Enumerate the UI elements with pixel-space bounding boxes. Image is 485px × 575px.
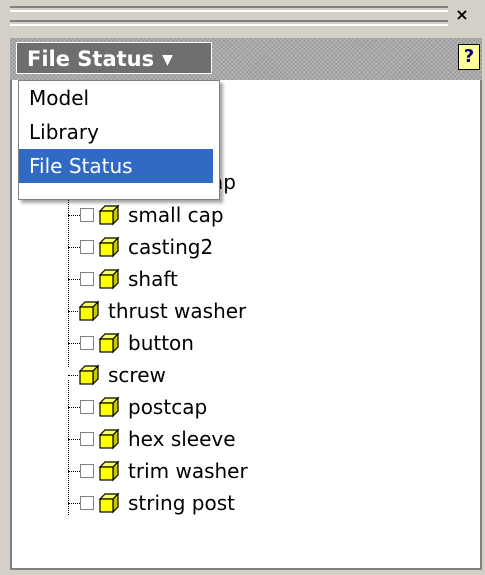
tree-item-label: button bbox=[128, 331, 194, 355]
chevron-down-icon: ▼ bbox=[162, 52, 173, 68]
tree-connector bbox=[68, 343, 80, 344]
tree-connector bbox=[68, 375, 78, 376]
tree-item[interactable]: button bbox=[80, 328, 194, 358]
tree-connector bbox=[68, 380, 69, 515]
tree-connector bbox=[68, 439, 80, 440]
tree-item-label: trim washer bbox=[128, 459, 248, 483]
part-icon bbox=[99, 269, 119, 289]
tree-item-checkbox[interactable] bbox=[80, 272, 94, 286]
tree-item-checkbox[interactable] bbox=[80, 464, 94, 478]
tree-item-checkbox[interactable] bbox=[80, 208, 94, 222]
part-icon bbox=[99, 333, 119, 353]
menu-item-library[interactable]: Library bbox=[19, 115, 219, 149]
tree-item-label: string post bbox=[128, 491, 235, 515]
tree-item-label: small cap bbox=[128, 203, 224, 227]
tree-item[interactable]: postcap bbox=[80, 392, 207, 422]
menu-item-model[interactable]: Model bbox=[19, 81, 219, 115]
tree-item-checkbox[interactable] bbox=[80, 496, 94, 510]
part-icon bbox=[99, 237, 119, 257]
tree-connector bbox=[68, 503, 80, 504]
tree-connector bbox=[68, 247, 80, 248]
dropdown-label: File Status bbox=[27, 47, 155, 71]
tree-item[interactable]: casting2 bbox=[80, 232, 213, 262]
tree-item-label: casting2 bbox=[128, 235, 214, 259]
part-icon bbox=[99, 205, 119, 225]
browser-header: File Status ▼ ? bbox=[10, 38, 482, 80]
part-icon bbox=[99, 397, 119, 417]
tree-item[interactable]: shaft bbox=[80, 264, 178, 294]
part-icon bbox=[99, 429, 119, 449]
tree-item-label: screw bbox=[108, 363, 166, 387]
tree-connector bbox=[68, 279, 80, 280]
tree-item-label: thrust washer bbox=[108, 299, 247, 323]
browser-mode-dropdown[interactable]: File Status ▼ bbox=[16, 42, 212, 74]
tree-item-checkbox[interactable] bbox=[80, 432, 94, 446]
tree-item-label: shaft bbox=[128, 267, 178, 291]
tree-connector bbox=[68, 215, 80, 216]
panel-grip[interactable]: × bbox=[10, 0, 470, 30]
tree-item-checkbox[interactable] bbox=[80, 240, 94, 254]
grip-line bbox=[10, 6, 448, 12]
tree-item[interactable]: thrust washer bbox=[78, 296, 246, 326]
tree-connector bbox=[68, 311, 78, 312]
part-icon bbox=[99, 493, 119, 513]
tree-item[interactable]: screw bbox=[78, 360, 166, 390]
tree-item[interactable]: string post bbox=[80, 488, 235, 518]
part-icon bbox=[79, 301, 99, 321]
tree-item[interactable]: hex sleeve bbox=[80, 424, 236, 454]
tree-connector bbox=[68, 407, 80, 408]
tree-item[interactable]: trim washer bbox=[80, 456, 248, 486]
menu-item-file-status[interactable]: File Status bbox=[19, 149, 213, 183]
tree-item-checkbox[interactable] bbox=[80, 336, 94, 350]
close-icon[interactable]: × bbox=[454, 6, 470, 24]
tree-item-label: hex sleeve bbox=[128, 427, 236, 451]
tree-item-label: postcap bbox=[128, 395, 208, 419]
tree-connector bbox=[68, 471, 80, 472]
browser-mode-menu: Model Library File Status bbox=[18, 80, 220, 200]
grip-line bbox=[10, 20, 448, 26]
help-icon[interactable]: ? bbox=[458, 44, 480, 70]
part-icon bbox=[79, 365, 99, 385]
tree-item[interactable]: small cap bbox=[80, 200, 224, 230]
part-icon bbox=[99, 461, 119, 481]
tree-item-checkbox[interactable] bbox=[80, 400, 94, 414]
